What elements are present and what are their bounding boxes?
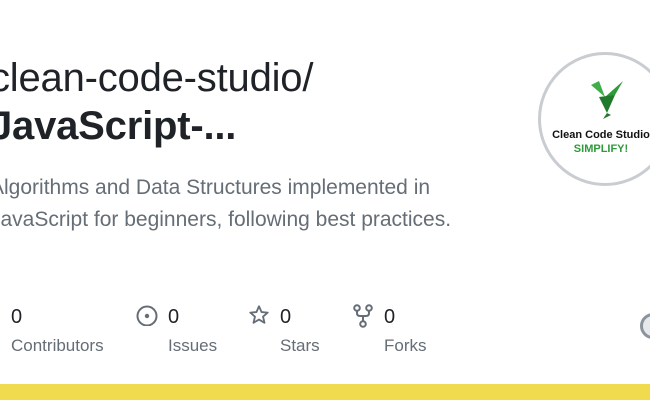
owner-logo: Clean Code Studio SIMPLIFY!: [538, 52, 650, 186]
contributors-count: 0: [11, 306, 23, 328]
contributors-label: Contributors: [11, 336, 104, 355]
repo-owner[interactable]: clean-code-studio/: [0, 56, 313, 101]
forks-label: Forks: [384, 336, 427, 355]
repo-name[interactable]: JavaScript-...: [0, 104, 236, 149]
language-bar: [0, 384, 650, 400]
star-icon: [249, 305, 269, 324]
issues-label: Issues: [168, 336, 218, 355]
stars-label: Stars: [280, 336, 320, 355]
fork-icon: [353, 304, 373, 328]
issues-count: 0: [168, 306, 180, 328]
logo-tagline: SIMPLIFY!: [573, 143, 629, 155]
forks-count: 0: [384, 306, 396, 328]
repo-description: Algorithms and Data Structures implement…: [0, 176, 452, 231]
issue-icon: [136, 305, 158, 326]
contributor-avatar[interactable]: [640, 313, 650, 339]
stars-count: 0: [280, 306, 292, 328]
bird-logo-icon: [591, 81, 623, 119]
logo-name: Clean Code Studio: [552, 129, 650, 141]
